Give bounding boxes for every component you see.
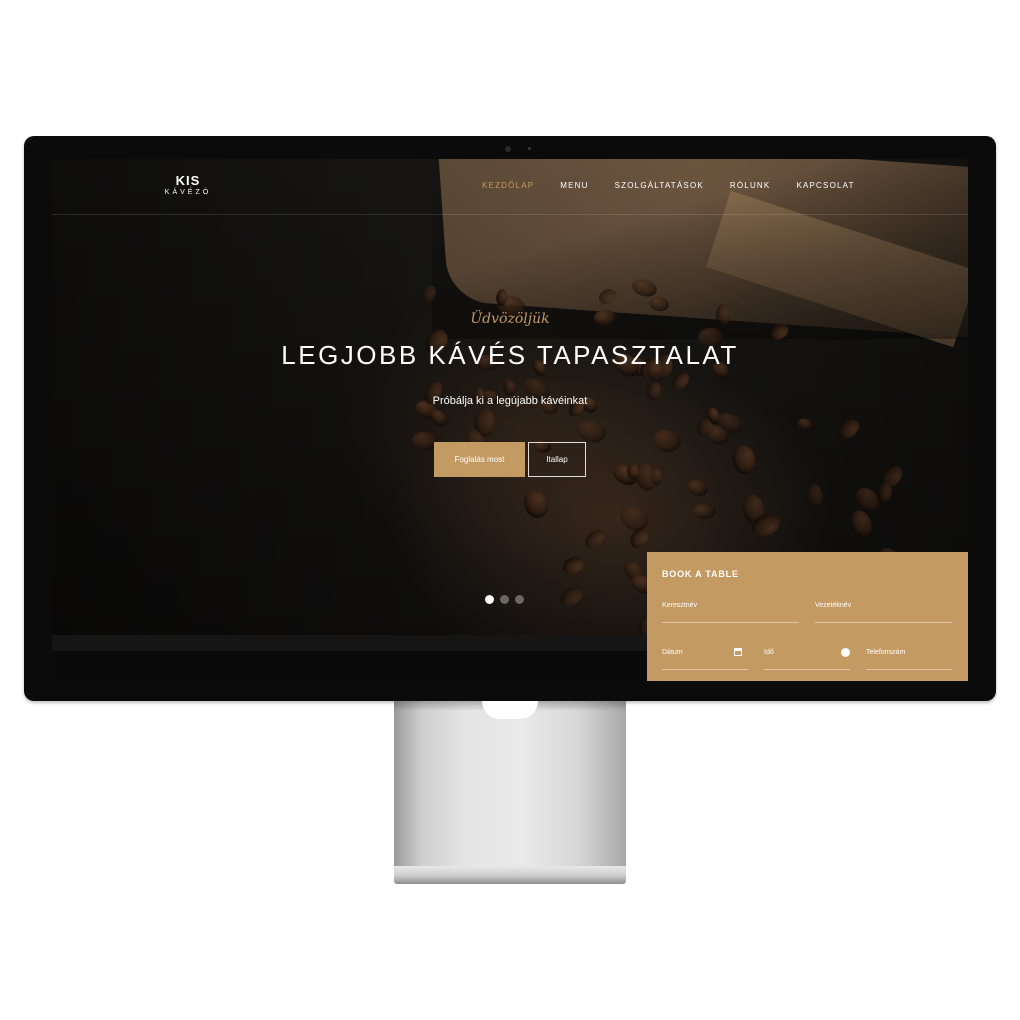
booking-title: BOOK A TABLE (662, 569, 739, 579)
hero-subline: Próbálja ki a legújabb kávéinkat (432, 395, 588, 407)
clock-icon[interactable] (841, 648, 850, 657)
monitor-stand (394, 701, 626, 871)
brand-logo[interactable]: KIS KÁVÉZÓ (158, 174, 218, 197)
nav-item-menu[interactable]: MENU (560, 181, 588, 195)
website-screen: KIS KÁVÉZÓ KEZDŐLAP MENU SZOLGÁLTATÁSOK … (52, 159, 968, 681)
phone-field[interactable]: Telefonszám (866, 647, 952, 670)
book-now-button[interactable]: Foglalás most (434, 442, 525, 477)
date-placeholder: Dátum (662, 649, 683, 656)
hero-headline: LEGJOBB KÁVÉS TAPASZTALAT (281, 340, 739, 370)
camera-sensor (528, 147, 531, 150)
nav-item-kapcsolat[interactable]: KAPCSOLAT (796, 181, 854, 195)
first-name-field[interactable]: Keresztnév (662, 600, 799, 623)
first-name-placeholder: Keresztnév (662, 602, 698, 609)
nav-menu: KEZDŐLAP MENU SZOLGÁLTATÁSOK RÓLUNK KAPC… (482, 181, 881, 195)
time-field[interactable]: Idő (764, 647, 850, 670)
monitor-stand-foot (394, 866, 626, 884)
nav-item-kezdolap[interactable]: KEZDŐLAP (482, 181, 534, 195)
hero-welcome: Üdvözöljük (470, 311, 550, 327)
slider-dot-2[interactable] (500, 595, 509, 604)
slider-dot-1[interactable] (485, 595, 494, 604)
calendar-icon[interactable] (734, 648, 742, 656)
brand-subtitle: KÁVÉZÓ (164, 189, 212, 196)
product-mockup: KIS KÁVÉZÓ KEZDŐLAP MENU SZOLGÁLTATÁSOK … (0, 0, 1020, 1020)
nav-item-szolgaltatasok[interactable]: SZOLGÁLTATÁSOK (615, 181, 704, 195)
time-placeholder: Idő (764, 649, 774, 656)
nav-item-rolunk[interactable]: RÓLUNK (730, 181, 771, 195)
book-a-table-panel: BOOK A TABLE Keresztnév Vezetéknév Dátum… (647, 552, 968, 681)
top-navigation: KIS KÁVÉZÓ KEZDŐLAP MENU SZOLGÁLTATÁSOK … (52, 159, 968, 215)
camera-icon (505, 146, 511, 152)
slider-dot-3[interactable] (515, 595, 524, 604)
phone-placeholder: Telefonszám (866, 649, 906, 656)
last-name-field[interactable]: Vezetéknév (815, 600, 952, 623)
brand-name: KIS (175, 173, 201, 188)
slider-dots (485, 595, 524, 604)
date-field[interactable]: Dátum (662, 647, 748, 670)
drinks-menu-button[interactable]: Itallap (528, 442, 586, 477)
last-name-placeholder: Vezetéknév (815, 602, 852, 609)
